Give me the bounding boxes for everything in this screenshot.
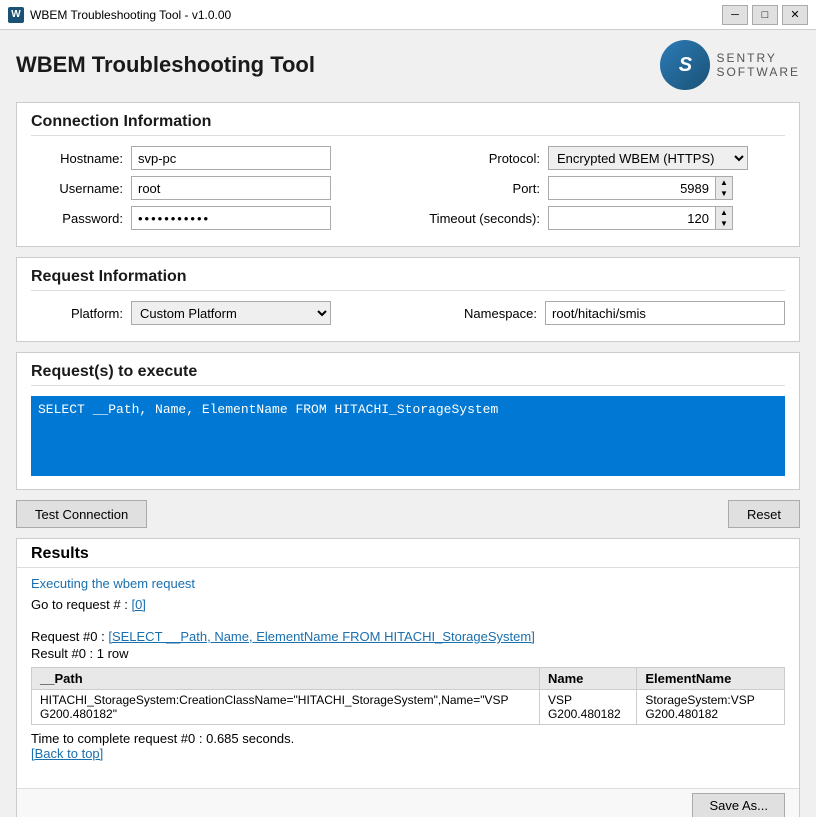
username-input[interactable] — [131, 176, 331, 200]
request-columns: Platform: Custom Platform VMware HP-UX A… — [31, 301, 785, 331]
port-up-button[interactable]: ▲ — [716, 177, 732, 188]
logo-line2: SOFTWARE — [716, 65, 800, 79]
request-title: Request Information — [31, 268, 785, 291]
password-row: Password: — [31, 206, 398, 230]
platform-row: Platform: Custom Platform VMware HP-UX A… — [31, 301, 395, 325]
request-section: Request Information Platform: Custom Pla… — [16, 257, 800, 342]
connection-right-col: Protocol: Encrypted WBEM (HTTPS) WBEM (H… — [418, 146, 785, 236]
reset-button[interactable]: Reset — [728, 500, 800, 528]
namespace-input[interactable] — [545, 301, 785, 325]
col-header-elementname: ElementName — [637, 668, 785, 690]
results-title: Results — [17, 539, 799, 568]
app-icon: W — [8, 7, 24, 23]
platform-select-wrap: Custom Platform VMware HP-UX AIX Solaris — [131, 301, 331, 325]
connection-left-col: Hostname: Username: Password: — [31, 146, 398, 236]
back-to-top-link[interactable]: [Back to top] — [31, 746, 103, 761]
results-section: Results Executing the wbem request Go to… — [16, 538, 800, 817]
button-row: Test Connection Reset — [16, 500, 800, 528]
test-connection-button[interactable]: Test Connection — [16, 500, 147, 528]
cell-path: HITACHI_StorageSystem:CreationClassName=… — [32, 690, 540, 725]
go-to-request-line: Go to request # : [0] — [31, 597, 785, 612]
password-input[interactable] — [131, 206, 331, 230]
execute-section: Request(s) to execute SELECT __Path, Nam… — [16, 352, 800, 490]
request-left-col: Platform: Custom Platform VMware HP-UX A… — [31, 301, 395, 331]
save-as-button[interactable]: Save As... — [692, 793, 785, 817]
protocol-select[interactable]: Encrypted WBEM (HTTPS) WBEM (HTTP) CIM-X… — [548, 146, 748, 170]
hostname-row: Hostname: — [31, 146, 398, 170]
port-spinner: ▲ ▼ — [716, 176, 733, 200]
timeout-input[interactable] — [548, 206, 716, 230]
logo-text: SENTRY SOFTWARE — [716, 51, 800, 80]
timeout-spinner: ▲ ▼ — [716, 206, 733, 230]
title-bar: W WBEM Troubleshooting Tool - v1.0.00 ─ … — [0, 0, 816, 30]
app-header: WBEM Troubleshooting Tool S SENTRY SOFTW… — [16, 40, 800, 90]
cell-elementname: StorageSystem:VSP G200.480182 — [637, 690, 785, 725]
close-button[interactable]: ✕ — [782, 5, 808, 25]
port-label: Port: — [418, 181, 548, 196]
result-table-body: HITACHI_StorageSystem:CreationClassName=… — [32, 690, 785, 725]
go-to-label: Go to request # : — [31, 597, 131, 612]
connection-section: Connection Information Hostname: Usernam… — [16, 102, 800, 247]
result0-line: Result #0 : 1 row — [31, 646, 785, 661]
protocol-row: Protocol: Encrypted WBEM (HTTPS) WBEM (H… — [418, 146, 785, 170]
main-content: WBEM Troubleshooting Tool S SENTRY SOFTW… — [0, 30, 816, 817]
time-label: Time to complete request #0 : 0.685 seco… — [31, 731, 785, 746]
logo-container: S SENTRY SOFTWARE — [660, 40, 800, 90]
results-footer: Save As... — [17, 788, 799, 817]
port-row: Port: ▲ ▼ — [418, 176, 785, 200]
cell-name: VSP G200.480182 — [539, 690, 636, 725]
timeout-down-button[interactable]: ▼ — [716, 218, 732, 229]
username-row: Username: — [31, 176, 398, 200]
password-label: Password: — [31, 211, 131, 226]
col-header-path: __Path — [32, 668, 540, 690]
request-textarea[interactable]: SELECT __Path, Name, ElementName FROM HI… — [31, 396, 785, 476]
username-label: Username: — [31, 181, 131, 196]
timeout-up-button[interactable]: ▲ — [716, 207, 732, 218]
request0-line: Request #0 : [SELECT __Path, Name, Eleme… — [31, 629, 785, 644]
timeout-input-wrap: ▲ ▼ — [548, 206, 733, 230]
result-table-head: __Path Name ElementName — [32, 668, 785, 690]
timeout-label: Timeout (seconds): — [418, 211, 548, 226]
hostname-label: Hostname: — [31, 151, 131, 166]
protocol-label: Protocol: — [418, 151, 548, 166]
port-down-button[interactable]: ▼ — [716, 188, 732, 199]
platform-select[interactable]: Custom Platform VMware HP-UX AIX Solaris — [131, 301, 331, 325]
app-title: WBEM Troubleshooting Tool — [16, 52, 315, 78]
minimize-button[interactable]: ─ — [722, 5, 748, 25]
namespace-label: Namespace: — [415, 306, 545, 321]
result-table: __Path Name ElementName HITACHI_StorageS… — [31, 667, 785, 725]
table-row: HITACHI_StorageSystem:CreationClassName=… — [32, 690, 785, 725]
platform-label: Platform: — [31, 306, 131, 321]
request0-label: Request #0 : — [31, 629, 108, 644]
request-right-col: Namespace: — [415, 301, 785, 331]
logo-icon: S — [660, 40, 710, 90]
port-input-wrap: ▲ ▼ — [548, 176, 733, 200]
col-header-name: Name — [539, 668, 636, 690]
timeout-row: Timeout (seconds): ▲ ▼ — [418, 206, 785, 230]
maximize-button[interactable]: □ — [752, 5, 778, 25]
connection-columns: Hostname: Username: Password: Protocol: — [31, 146, 785, 236]
connection-title: Connection Information — [31, 113, 785, 136]
title-bar-left: W WBEM Troubleshooting Tool - v1.0.00 — [8, 7, 231, 23]
result-table-header-row: __Path Name ElementName — [32, 668, 785, 690]
port-input[interactable] — [548, 176, 716, 200]
request-index-link[interactable]: [0] — [131, 597, 145, 612]
executing-header: Executing the wbem request — [31, 576, 785, 591]
window-controls: ─ □ ✕ — [722, 5, 808, 25]
logo-line1: SENTRY — [716, 51, 800, 65]
hostname-input[interactable] — [131, 146, 331, 170]
execute-title: Request(s) to execute — [31, 363, 785, 386]
namespace-row: Namespace: — [415, 301, 785, 325]
title-bar-text: WBEM Troubleshooting Tool - v1.0.00 — [30, 8, 231, 22]
results-content[interactable]: Executing the wbem request Go to request… — [17, 568, 799, 788]
request0-query[interactable]: [SELECT __Path, Name, ElementName FROM H… — [108, 629, 535, 644]
